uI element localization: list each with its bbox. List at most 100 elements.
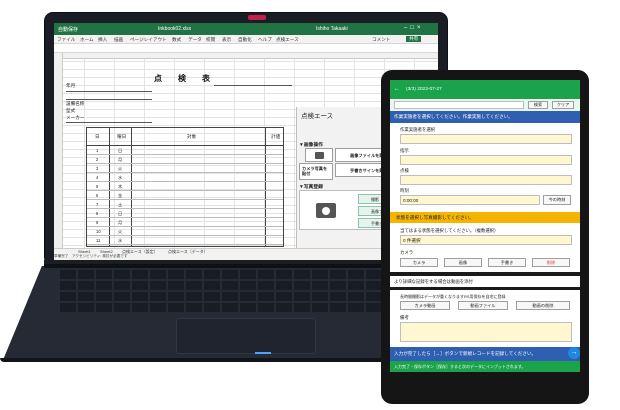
row-day: 3 (96, 166, 99, 171)
table-row: 4水 (87, 173, 283, 182)
row-weekday: 水 (118, 175, 123, 180)
remarks-field[interactable] (400, 322, 572, 342)
row-weekday: 木 (118, 184, 123, 189)
row-weekday: 日 (118, 148, 123, 153)
formula-bar[interactable] (54, 44, 438, 53)
row-weekday: 火 (118, 166, 123, 171)
next-arrow-icon[interactable]: → (568, 347, 580, 359)
form-label-maker: メーカー (66, 115, 85, 120)
time-field[interactable]: 0:00:00 (400, 195, 540, 205)
banner-status-text: 状態を選択し写真撮影してください。 (396, 215, 474, 220)
user-name: Ishiho Takaaki (316, 26, 348, 32)
ribbon-tab-review[interactable]: 校閲 (206, 37, 215, 43)
status-led (255, 352, 271, 354)
camera-video-button[interactable]: カメラ動画 (400, 301, 450, 310)
ribbon-tab-automate[interactable]: 自動化 (238, 37, 252, 43)
back-arrow-icon[interactable]: ← (394, 86, 400, 92)
row-day: 11 (96, 238, 101, 243)
clear-button[interactable]: クリア (552, 101, 574, 109)
inspection-table: 日 曜日 対象 計値 1 日 2 月 3 火 4 水 5 木 6 金 7 土 8 日 9 月 10 火 11 水 (86, 127, 284, 247)
row-day: 1 (96, 148, 99, 153)
excel-title-bar: 自動保存 Inkbook02.xlsx Ishiho Takaaki – □ × (54, 23, 438, 35)
form-underline (66, 99, 152, 100)
webcam-icon (248, 15, 266, 20)
ribbon-tab-tenken-ace[interactable]: 点検エース (276, 37, 299, 43)
large-camera-icon[interactable] (316, 203, 336, 218)
table-row: 8日 (87, 209, 283, 218)
ribbon-tab-home[interactable]: ホーム (80, 37, 94, 43)
delete-button[interactable]: 削除 (532, 258, 570, 267)
table-row: 5木 (87, 182, 283, 191)
table-row: 10 火 (87, 227, 283, 236)
search-input[interactable] (394, 101, 524, 109)
note1-field[interactable] (400, 175, 572, 185)
selected-count-field[interactable]: 0 件選択 (400, 235, 572, 245)
form-label-equipment: 設備名称 (66, 101, 85, 106)
row-day: 9 (96, 220, 99, 225)
row-weekday: 月 (118, 157, 123, 162)
header-title: (3/3) 2023-07-27 (406, 87, 442, 92)
banner-detail: より詳細な記録をする場合は動画を添付 (394, 279, 473, 284)
point-field[interactable] (400, 155, 572, 165)
table-row: 7土 (87, 200, 283, 209)
handwriting-button[interactable]: 手書き (488, 258, 526, 267)
ribbon-tab-data[interactable]: データ (188, 37, 202, 43)
now-time-button[interactable]: 今の時刻 (543, 195, 571, 205)
window-controls[interactable]: – □ × (404, 25, 420, 31)
banner-next-text: 入力が完了したら［→］ボタンで新規レコードを記録してください。 (394, 351, 537, 356)
touchpad (176, 318, 316, 354)
row-day: 7 (96, 202, 99, 207)
column-headers (54, 53, 438, 59)
label-applicable: 当てはまる状態を選択してください。（複数選択） (400, 228, 499, 233)
row-day: 10 (96, 229, 101, 234)
label-remarks: 備考 (400, 315, 409, 320)
form-underline (66, 122, 152, 123)
ribbon-tab-help[interactable]: ヘルプ (258, 37, 272, 43)
table-row: 3火 (87, 164, 283, 173)
row-day: 5 (96, 184, 99, 189)
pane-title: 点検エース (301, 113, 334, 120)
table-header-value: 計値 (271, 134, 281, 139)
delete-video-button[interactable]: 動画の削除 (516, 301, 570, 310)
autosave-label[interactable]: 自動保存 (58, 26, 78, 33)
table-row: 6金 (87, 191, 283, 200)
section-divider (390, 272, 580, 276)
ribbon-tab-file[interactable]: ファイル (57, 37, 75, 43)
ribbon-tab-draw[interactable]: 描画 (114, 37, 123, 43)
table-row: 1日 (87, 146, 283, 155)
title-underline (214, 85, 292, 86)
row-weekday: 日 (118, 211, 123, 216)
tablet-screen: ← (3/3) 2023-07-27 検索 クリア 作業実施者を選択してください… (390, 80, 580, 372)
label-worker: 作業実施者を選択 (400, 127, 436, 132)
label-note1: 点検 (400, 168, 409, 173)
comments-button[interactable]: コメント (372, 37, 390, 43)
ribbon-tab-page-layout[interactable]: ページレイアウト (130, 37, 167, 43)
camera-button[interactable]: カメラ (400, 258, 438, 267)
ribbon-tab-view[interactable]: 表示 (222, 37, 231, 43)
table-row: 11 水 (87, 236, 283, 245)
row-day: 4 (96, 175, 99, 180)
label-point: 指示 (400, 148, 409, 153)
video-file-button[interactable]: 動画ファイル (458, 301, 508, 310)
banner-select-worker: 作業実施者を選択してください。作業実施してください。 (390, 111, 580, 123)
share-button[interactable]: 共有 (406, 36, 422, 42)
image-button[interactable]: 画像 (444, 258, 482, 267)
ribbon-tab-insert[interactable]: 挿入 (98, 37, 107, 43)
section-divider (390, 287, 580, 290)
banner-status: 状態を選択し写真撮影してください。 (390, 212, 580, 223)
paste-camera-photo-button[interactable]: カメラ写真を貼付 (299, 163, 333, 180)
table-header-day: 日 (95, 134, 100, 139)
bottom-hint: 入力完了・保存ボタン［保存］すると次のデータにインプットされます。 (394, 364, 526, 369)
worker-field[interactable] (400, 134, 572, 144)
search-row: 検索 クリア (390, 99, 580, 111)
app-header: ← (3/3) 2023-07-27 (390, 80, 580, 99)
form-underline (66, 91, 152, 92)
excel-ribbon: ファイル ホーム 挿入 描画 ページレイアウト 数式 データ 校閲 表示 自動化… (54, 35, 438, 44)
ribbon-tab-formulas[interactable]: 数式 (172, 37, 181, 43)
camera-icon (305, 148, 333, 162)
row-weekday: 月 (118, 220, 123, 225)
row-day: 6 (96, 193, 99, 198)
bottom-bar: 入力完了・保存ボタン［保存］すると次のデータにインプットされます。 (390, 361, 580, 372)
row-weekday: 火 (118, 229, 123, 234)
search-button[interactable]: 検索 (528, 101, 548, 109)
